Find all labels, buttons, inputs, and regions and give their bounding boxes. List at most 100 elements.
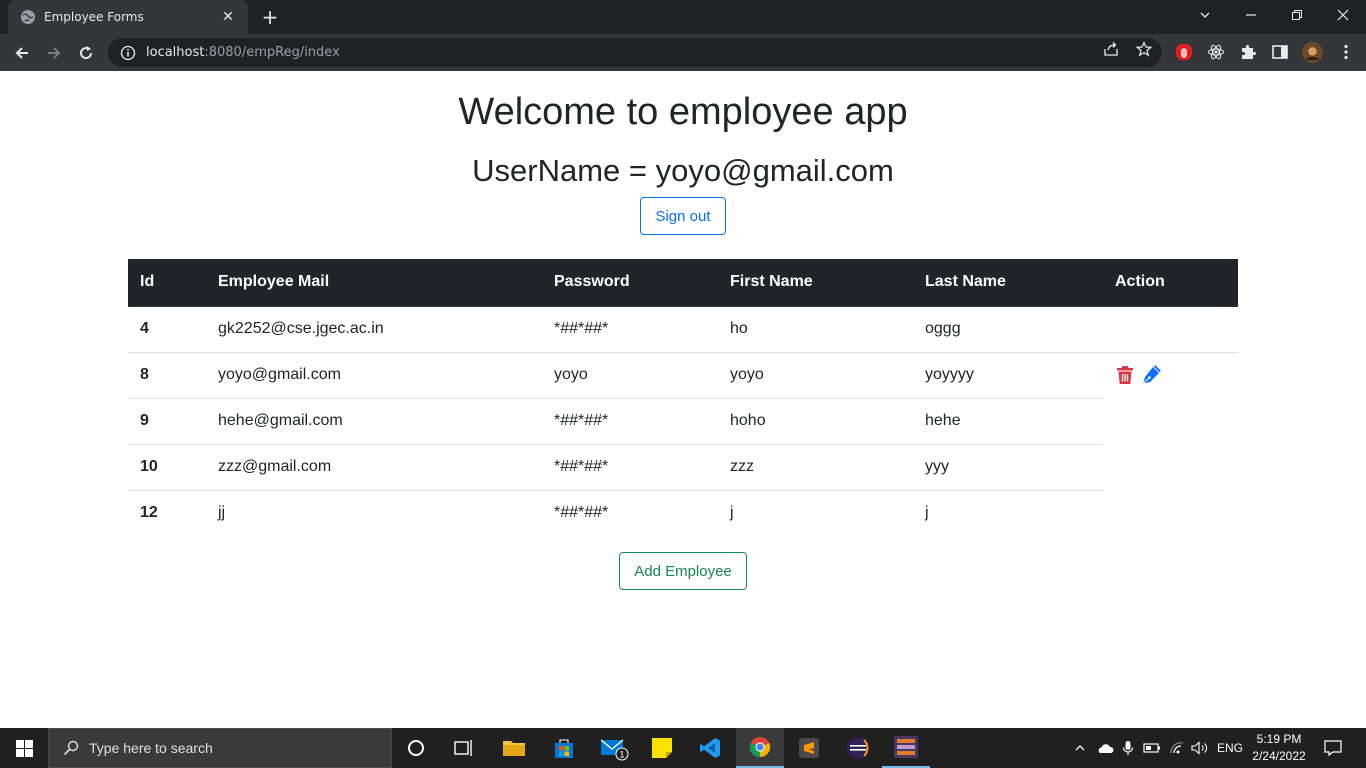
cell-password: *##*##* bbox=[542, 398, 718, 445]
cell-first-name: hoho bbox=[718, 398, 913, 445]
cell-id: 9 bbox=[128, 398, 206, 445]
browser-tab[interactable]: Employee Forms ✕ bbox=[8, 0, 248, 34]
mail-icon[interactable]: 1 bbox=[590, 728, 638, 768]
share-icon[interactable] bbox=[1103, 41, 1119, 57]
tomcat-manager-icon[interactable] bbox=[882, 728, 930, 768]
react-devtools-icon[interactable] bbox=[1207, 43, 1225, 61]
onedrive-icon[interactable] bbox=[1094, 728, 1116, 768]
cell-last-name: oggg bbox=[913, 306, 1103, 353]
cell-first-name: j bbox=[730, 504, 734, 522]
profile-avatar[interactable] bbox=[1302, 42, 1323, 63]
bookmark-star-icon[interactable] bbox=[1136, 41, 1152, 57]
trash-icon[interactable] bbox=[1115, 365, 1135, 385]
cell-first-name: ho bbox=[718, 306, 913, 353]
cell-mail: hehe@gmail.com bbox=[206, 398, 542, 445]
cell-password: *##*##* bbox=[554, 504, 609, 522]
url-path: :8080/empReg/index bbox=[204, 45, 340, 60]
sublime-text-icon[interactable] bbox=[785, 728, 833, 768]
table-row: 4 gk2252@cse.jgec.ac.in *##*##* ho oggg bbox=[128, 306, 1238, 353]
cell-password: *##*##* bbox=[542, 306, 718, 353]
microphone-icon[interactable] bbox=[1118, 728, 1138, 768]
windows-start-icon[interactable] bbox=[0, 728, 48, 768]
notifications-icon[interactable] bbox=[1318, 728, 1348, 768]
taskbar-clock[interactable]: 5:19 PM 2/24/2022 bbox=[1246, 731, 1312, 765]
mail-badge-count: 1 bbox=[619, 750, 624, 760]
file-explorer-icon[interactable] bbox=[490, 728, 538, 768]
table-row: 8 yoyo@gmail.com yoyo yoyo yoyyyy bbox=[128, 352, 1238, 399]
cell-password: *##*##* bbox=[542, 444, 718, 491]
taskbar-search-box[interactable]: Type here to search bbox=[48, 728, 392, 768]
clock-time: 5:19 PM bbox=[1256, 732, 1302, 746]
search-icon bbox=[63, 740, 79, 756]
volume-icon[interactable] bbox=[1188, 728, 1212, 768]
battery-icon[interactable] bbox=[1142, 728, 1162, 768]
add-employee-button[interactable]: Add Employee bbox=[619, 552, 747, 590]
adblock-extension-icon[interactable] bbox=[1175, 43, 1193, 61]
vscode-icon[interactable] bbox=[686, 728, 734, 768]
page-title: Welcome to employee app bbox=[458, 91, 908, 133]
chrome-menu-icon[interactable] bbox=[1337, 43, 1355, 61]
browser-toolbar: localhost:8080/empReg/index bbox=[0, 34, 1366, 71]
show-hidden-icons[interactable] bbox=[1070, 728, 1090, 768]
table-header-row: Id Employee Mail Password First Name Las… bbox=[128, 259, 1238, 307]
side-panel-icon[interactable] bbox=[1271, 43, 1289, 61]
column-header-last-name: Last Name bbox=[913, 259, 1103, 307]
clock-date: 2/24/2022 bbox=[1252, 749, 1306, 763]
extensions-puzzle-icon[interactable] bbox=[1239, 43, 1257, 61]
cell-mail: jj bbox=[218, 504, 226, 522]
reload-icon[interactable] bbox=[73, 40, 99, 66]
language-indicator[interactable]: ENG bbox=[1214, 728, 1246, 768]
cell-action bbox=[1103, 490, 1238, 536]
address-bar[interactable]: localhost:8080/empReg/index bbox=[108, 38, 1162, 67]
url-host: localhost bbox=[146, 45, 205, 60]
cell-action bbox=[1103, 352, 1238, 398]
cortana-icon[interactable] bbox=[392, 728, 440, 768]
cell-last-name: yyy bbox=[913, 444, 1103, 491]
page-content: Welcome to employee app UserName = yoyo@… bbox=[0, 71, 1366, 728]
cell-last-name: yoyyyy bbox=[913, 352, 1103, 399]
column-header-action: Action bbox=[1103, 259, 1238, 307]
cell-password: yoyo bbox=[542, 352, 718, 399]
pen-icon[interactable] bbox=[1141, 365, 1162, 385]
new-tab-button[interactable]: + bbox=[258, 6, 282, 28]
task-view-icon[interactable] bbox=[440, 728, 488, 768]
forward-icon[interactable] bbox=[41, 40, 67, 66]
column-header-mail: Employee Mail bbox=[206, 259, 542, 307]
wifi-icon[interactable] bbox=[1166, 728, 1188, 768]
cell-action bbox=[1103, 398, 1238, 444]
cell-last-name: j bbox=[925, 504, 929, 522]
minimize-icon[interactable] bbox=[1228, 0, 1274, 30]
globe-icon bbox=[21, 10, 35, 24]
eclipse-icon[interactable] bbox=[834, 728, 882, 768]
cell-action bbox=[1103, 306, 1238, 353]
cell-first-name: yoyo bbox=[718, 352, 913, 399]
cell-first-name: zzz bbox=[718, 444, 913, 491]
sticky-notes-icon[interactable] bbox=[638, 728, 686, 768]
tab-close-icon[interactable]: ✕ bbox=[220, 9, 236, 25]
tab-title: Employee Forms bbox=[44, 10, 144, 24]
cell-last-name: hehe bbox=[913, 398, 1103, 445]
column-header-password: Password bbox=[542, 259, 718, 307]
chrome-taskbar-icon[interactable] bbox=[736, 728, 784, 768]
sign-out-button[interactable]: Sign out bbox=[640, 197, 726, 235]
employee-table: Id Employee Mail Password First Name Las… bbox=[128, 259, 1238, 536]
microsoft-store-icon[interactable] bbox=[540, 728, 588, 768]
restore-icon[interactable] bbox=[1274, 0, 1320, 30]
info-icon[interactable] bbox=[120, 45, 136, 61]
close-window-icon[interactable] bbox=[1320, 0, 1366, 30]
windows-taskbar: Type here to search 1 ENG 5:19 PM 2/24/2… bbox=[0, 728, 1366, 768]
username-heading: UserName = yoyo@gmail.com bbox=[472, 153, 894, 188]
cell-id: 8 bbox=[128, 352, 206, 399]
back-icon[interactable] bbox=[9, 40, 35, 66]
cell-id: 10 bbox=[128, 444, 206, 491]
column-header-first-name: First Name bbox=[718, 259, 913, 307]
column-header-id: Id bbox=[128, 259, 206, 307]
table-row: 10 zzz@gmail.com *##*##* zzz yyy bbox=[128, 444, 1238, 491]
cell-action bbox=[1103, 444, 1238, 490]
table-row: 9 hehe@gmail.com *##*##* hoho hehe bbox=[128, 398, 1238, 445]
cell-mail: yoyo@gmail.com bbox=[206, 352, 542, 399]
tab-search-icon[interactable] bbox=[1182, 0, 1228, 30]
table-row: 12 jj *##*##* j j bbox=[128, 490, 1238, 536]
search-placeholder: Type here to search bbox=[89, 740, 213, 756]
cell-id: 12 bbox=[140, 504, 158, 522]
